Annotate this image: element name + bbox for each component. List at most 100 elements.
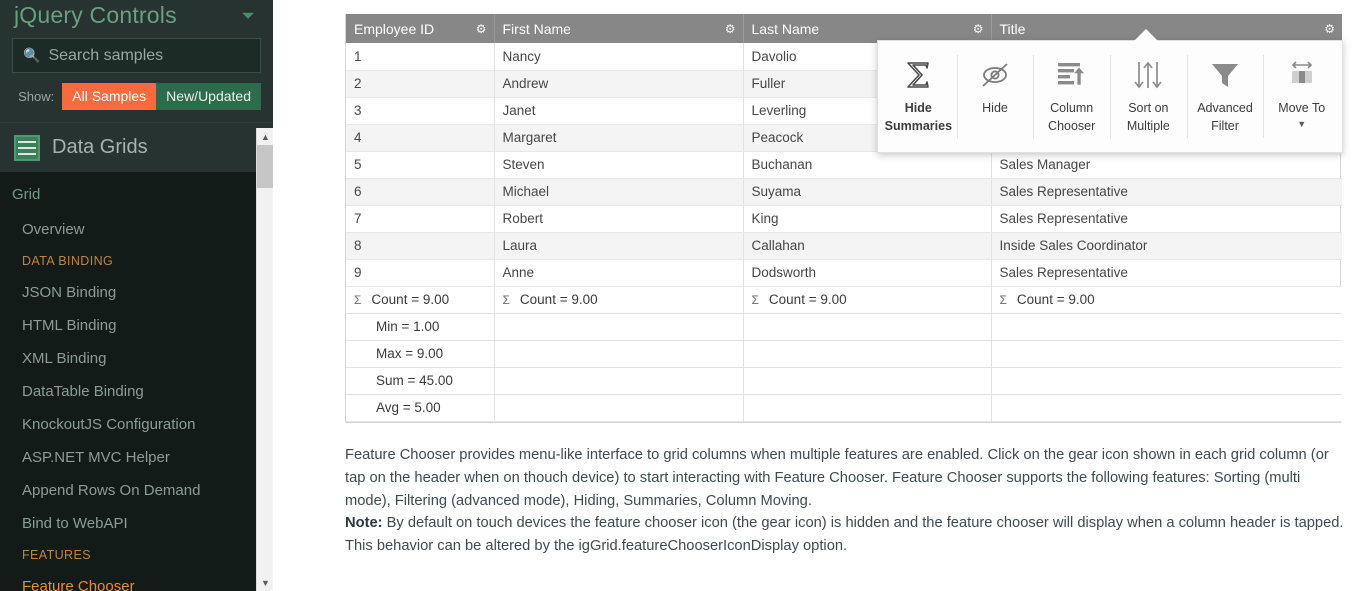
summary-cell-last-name [743,340,992,368]
table-row[interactable]: 5 Steven Buchanan Sales Manager [346,151,1342,179]
sidebar-item-html-binding[interactable]: HTML Binding [0,309,273,342]
feature-hide[interactable]: Hide [956,45,1034,148]
cell-employee-id: 7 [346,205,495,233]
table-row[interactable]: 9 Anne Dodsworth Sales Representative [346,259,1342,287]
sidebar-scrollbar[interactable]: ▲ ▼ [256,128,273,591]
table-row[interactable]: 6 Michael Suyama Sales Representative [346,178,1342,206]
cell-first-name: Laura [494,232,744,260]
feature-hide-summaries[interactable]: Hide Summaries [880,45,957,148]
summary-cell-title [991,367,1342,395]
cell-first-name: Margaret [494,124,744,152]
summary-cell-first-name [494,394,744,422]
summary-cell-title [991,313,1342,341]
sidebar-item-xml-binding[interactable]: XML Binding [0,342,273,375]
summary-cell-title: Σ Count = 9.00 [991,286,1342,314]
summary-cell-last-name [743,313,992,341]
feature-column-chooser[interactable]: Column Chooser [1033,45,1110,148]
column-header-employee-id[interactable]: Employee ID ⚙ [346,14,495,43]
sidebar-item-json-binding[interactable]: JSON Binding [0,276,273,309]
sidebar-header: jQuery Controls ⏷ [0,0,273,30]
app-root: jQuery Controls ⏷ 🔍 Search samples Show:… [0,0,1355,591]
sidebar-group-grid: Grid [12,186,41,204]
cell-last-name: Buchanan [743,151,992,179]
sidebar-item-append-rows-on-demand[interactable]: Append Rows On Demand [0,474,273,507]
chevron-down-icon[interactable]: ▼ [1297,120,1306,129]
summary-cell-last-name [743,367,992,395]
summary-cell-first-name [494,340,744,368]
summary-cell-last-name: Σ Count = 9.00 [743,286,992,314]
new-updated-button[interactable]: New/Updated [156,83,261,111]
column-header-title[interactable]: Title ⚙ [991,14,1342,43]
feature-label: Advanced [1197,101,1253,115]
summary-cell-employee-id: Min = 1.00 [346,313,495,341]
all-samples-button[interactable]: All Samples [62,83,157,111]
feature-label-2: Multiple [1126,119,1170,134]
sidebar-item-feature-chooser[interactable]: Feature Chooser [0,570,273,591]
summary-cell-title [991,394,1342,422]
cell-first-name: Andrew [494,70,744,98]
feature-advanced-filter[interactable]: Advanced Filter [1186,45,1264,148]
feature-move-to[interactable]: Move To ▼ [1263,45,1340,148]
summary-cell-first-name [494,367,744,395]
column-header-last-name[interactable]: Last Name ⚙ [743,14,992,43]
sidebar-nav-list: Grid Overview DATA BINDING JSON Binding … [0,172,273,591]
cell-employee-id: 3 [346,97,495,125]
summary-cell-title [991,340,1342,368]
cell-employee-id: 9 [346,259,495,287]
table-row[interactable]: 8 Laura Callahan Inside Sales Coordinato… [346,232,1342,260]
popup-arrow [1134,29,1158,41]
note-label: Note: [345,515,383,532]
funnel-icon [1209,53,1241,97]
summary-row: Min = 1.00 [346,313,1342,341]
feature-sort-on-multiple[interactable]: Sort on Multiple [1110,45,1187,148]
chevron-down-icon[interactable]: ⏷ [237,5,259,26]
chevron-down-icon[interactable]: ▼ [257,574,273,591]
summary-cell-employee-id: Max = 9.00 [346,340,495,368]
summary-value: Avg = 5.00 [376,400,441,415]
sidebar-item-knockoutjs-configuration[interactable]: KnockoutJS Configuration [0,408,273,441]
feature-label: Hide [982,101,1008,115]
feature-chooser-popup: Hide Summaries Hide Column Chooser Sort … [877,40,1343,153]
summary-cell-employee-id: Σ Count = 9.00 [346,286,495,314]
sort-arrows-icon [1131,53,1165,97]
summary-cell-first-name [494,313,744,341]
gear-icon[interactable]: ⚙ [725,23,736,35]
table-row[interactable]: 7 Robert King Sales Representative [346,205,1342,233]
summary-cell-employee-id: Avg = 5.00 [346,394,495,422]
gear-icon[interactable]: ⚙ [973,23,984,35]
sidebar-section-data-grids[interactable]: Data Grids [0,122,273,173]
cell-first-name: Nancy [494,43,744,71]
sidebar-title: jQuery Controls [14,1,177,28]
cell-last-name: Suyama [743,178,992,206]
summary-value: Sum = 45.00 [376,373,453,388]
sidebar-item-overview[interactable]: Overview [0,213,273,246]
gear-icon[interactable]: ⚙ [476,23,487,35]
summary-row: Σ Count = 9.00 Σ Count = 9.00 Σ Count = 9.0… [346,286,1342,314]
search-placeholder: Search samples [48,46,164,64]
summary-value: Count = 9.00 [768,292,847,307]
cell-title: Sales Representative [991,205,1342,233]
feature-label-2: Summaries [884,119,953,134]
sidebar-item-datatable-binding[interactable]: DataTable Binding [0,375,273,408]
cell-last-name: Dodsworth [743,259,992,287]
sigma-icon [901,53,935,97]
cell-title: Sales Representative [991,259,1342,287]
summary-row: Avg = 5.00 [346,394,1342,422]
chevron-up-icon[interactable]: ▲ [257,128,273,145]
move-columns-icon [1285,53,1319,97]
cell-first-name: Janet [494,97,744,125]
search-input[interactable]: 🔍 Search samples [12,38,261,73]
sidebar-item-bind-to-webapi[interactable]: Bind to WebAPI [0,507,273,540]
cell-title: Sales Manager [991,151,1342,179]
column-header-first-name[interactable]: First Name ⚙ [494,14,744,43]
summary-cell-last-name [743,394,992,422]
main-content: Employee ID ⚙ First Name ⚙ Last Name ⚙ T… [273,0,1355,591]
scrollbar-thumb[interactable] [257,145,273,188]
gear-icon[interactable]: ⚙ [1324,23,1335,35]
cell-employee-id: 8 [346,232,495,260]
summary-value: Max = 9.00 [376,346,444,361]
summary-cell-employee-id: Sum = 45.00 [346,367,495,395]
cell-employee-id: 6 [346,178,495,206]
sidebar-item-aspnet-mvc-helper[interactable]: ASP.NET MVC Helper [0,441,273,474]
summary-value: Count = 9.00 [1016,292,1095,307]
